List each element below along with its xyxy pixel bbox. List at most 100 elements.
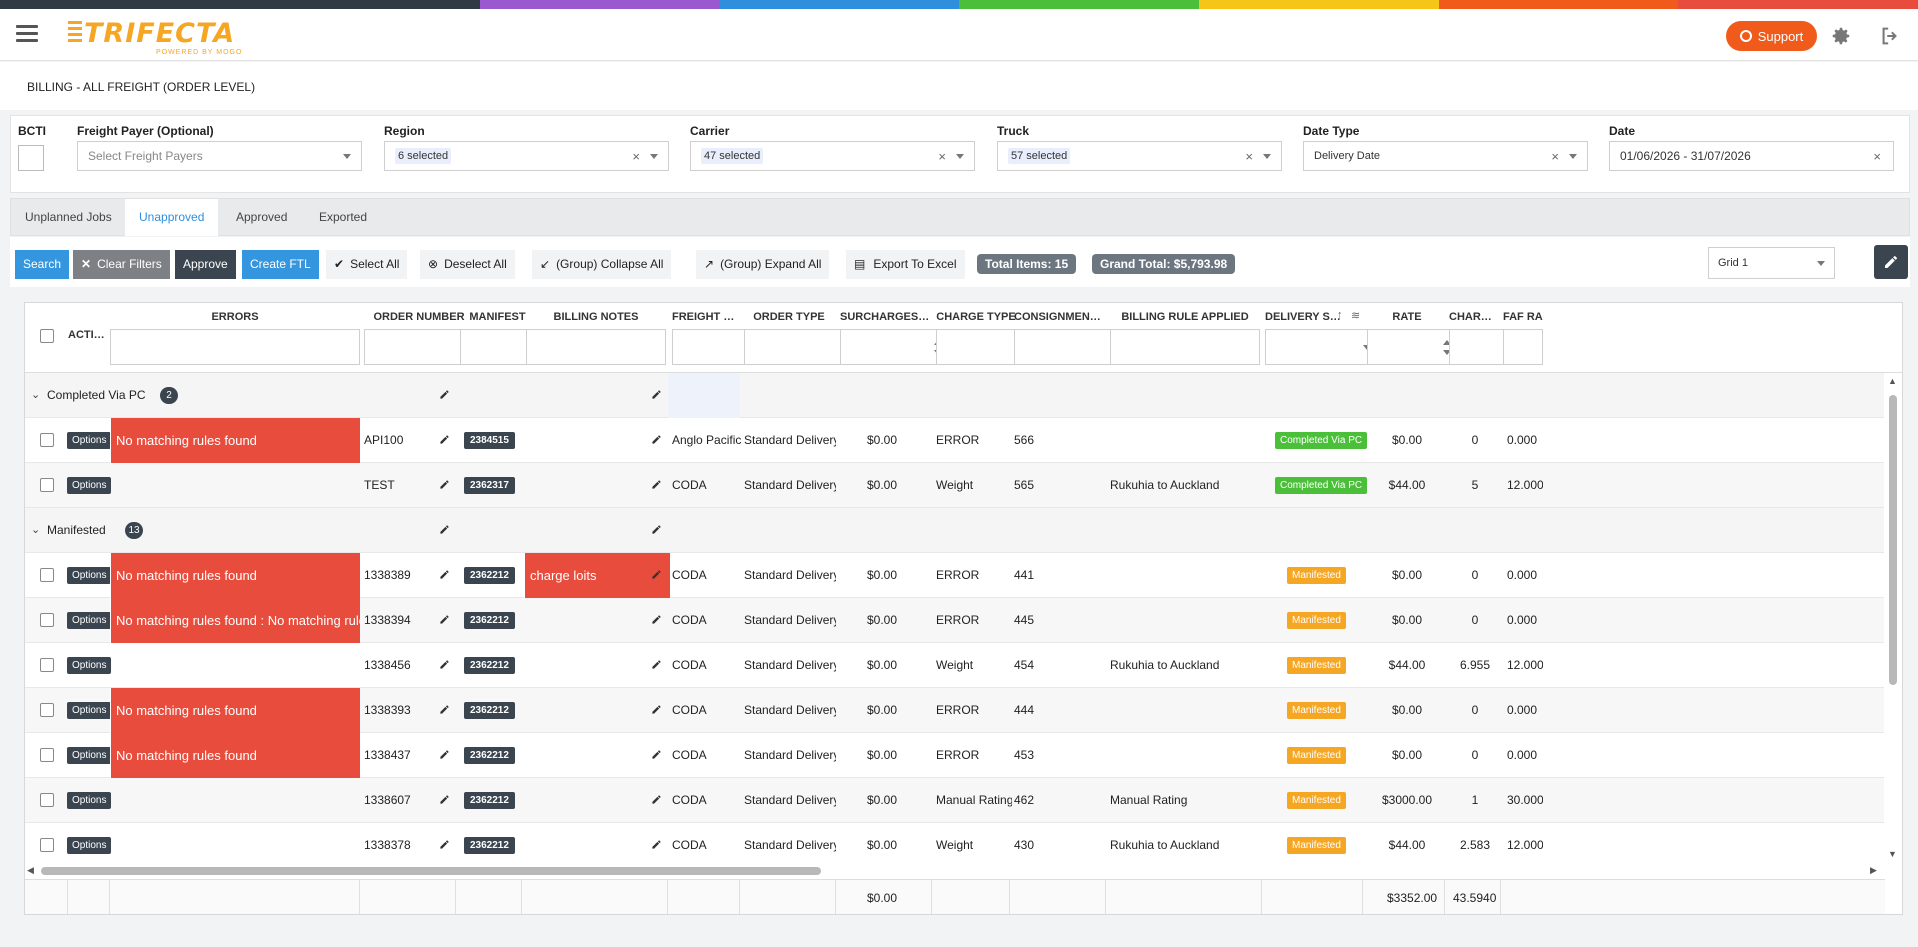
options-button[interactable]: Options [67, 432, 112, 449]
region-select[interactable]: 6 selected × [384, 141, 669, 171]
row-checkbox[interactable] [40, 748, 54, 762]
logout-icon[interactable] [1878, 25, 1902, 47]
manifest-badge[interactable]: 2362212 [464, 702, 515, 719]
select-all-checkbox[interactable] [40, 329, 54, 343]
filter-charge-input[interactable] [1449, 329, 1505, 365]
options-button[interactable]: Options [67, 747, 112, 764]
col-charge-type[interactable]: CHARGE TYPE [936, 311, 1016, 323]
filter-freight-payer-input[interactable] [672, 329, 752, 365]
tab-exported[interactable]: Exported [305, 199, 381, 236]
tab-unplanned-jobs[interactable]: Unplanned Jobs [11, 199, 126, 236]
pencil-icon[interactable] [651, 569, 662, 580]
support-button[interactable]: Support [1726, 21, 1817, 51]
manifest-badge[interactable]: 2362317 [464, 477, 515, 494]
col-faf-rate[interactable]: FAF RA [1503, 311, 1543, 323]
manifest-badge[interactable]: 2362212 [464, 567, 515, 584]
row-checkbox[interactable] [40, 793, 54, 807]
manifest-badge[interactable]: 2384515 [464, 432, 515, 449]
pencil-icon[interactable] [651, 659, 662, 670]
row-checkbox[interactable] [40, 838, 54, 852]
clear-filters-button[interactable]: ✕ Clear Filters [73, 250, 170, 279]
hamburger-menu-icon[interactable] [16, 25, 38, 43]
sort-asc-icon[interactable]: ↑ [1337, 309, 1343, 321]
search-button[interactable]: Search [15, 250, 70, 279]
manifest-badge[interactable]: 2362212 [464, 747, 515, 764]
filter-manifest-input[interactable] [460, 329, 535, 365]
scroll-left-icon[interactable]: ◀ [27, 865, 34, 876]
pencil-icon[interactable] [651, 434, 662, 445]
col-order-type[interactable]: ORDER TYPE [744, 311, 834, 323]
chevron-down-icon[interactable]: ⌄ [31, 523, 40, 536]
manifest-badge[interactable]: 2362212 [464, 612, 515, 629]
filter-errors-input[interactable] [110, 329, 360, 365]
pencil-icon[interactable] [651, 749, 662, 760]
edit-grid-button[interactable] [1874, 245, 1908, 279]
pencil-icon[interactable] [439, 389, 450, 400]
group-row[interactable]: ⌄ Completed Via PC 2 [25, 373, 1885, 418]
options-button[interactable]: Options [67, 477, 112, 494]
options-button[interactable]: Options [67, 657, 112, 674]
approve-button[interactable]: Approve [175, 250, 236, 279]
collapse-all-button[interactable]: ↙ (Group) Collapse All [532, 250, 672, 279]
filter-billing-rule-input[interactable] [1110, 329, 1260, 365]
carrier-select[interactable]: 47 selected × [690, 141, 975, 171]
filter-order-type-input[interactable] [744, 329, 852, 365]
col-billing-rule[interactable]: BILLING RULE APPLIED [1110, 311, 1260, 323]
pencil-icon[interactable] [439, 659, 450, 670]
col-consignment[interactable]: CONSIGNMENT ... [1014, 311, 1106, 323]
pencil-icon[interactable] [651, 479, 662, 490]
pencil-icon[interactable] [439, 749, 450, 760]
manifest-badge[interactable]: 2362212 [464, 837, 515, 854]
tab-unapproved[interactable]: Unapproved [125, 199, 219, 236]
filter-delivery-status-select[interactable] [1265, 329, 1381, 365]
options-button[interactable]: Options [67, 792, 112, 809]
col-surcharges[interactable]: SURCHARGES TO... [840, 311, 930, 323]
export-excel-button[interactable]: ▤ Export To Excel [846, 250, 965, 279]
pencil-icon[interactable] [651, 614, 662, 625]
scroll-down-icon[interactable]: ▼ [1888, 849, 1897, 859]
clear-icon[interactable]: × [1245, 149, 1253, 164]
group-row[interactable]: ⌄ Manifested 13 [25, 508, 1885, 553]
scroll-right-icon[interactable]: ▶ [1870, 865, 1877, 876]
options-button[interactable]: Options [67, 702, 112, 719]
options-button[interactable]: Options [67, 837, 112, 854]
pencil-icon[interactable] [439, 704, 450, 715]
grid-layout-select[interactable]: Grid 1 [1708, 247, 1835, 279]
col-errors[interactable]: ERRORS [110, 311, 360, 323]
pencil-icon[interactable] [439, 479, 450, 490]
scroll-up-icon[interactable]: ▲ [1888, 376, 1897, 386]
clear-icon[interactable]: × [632, 149, 640, 164]
options-button[interactable]: Options [67, 567, 112, 584]
col-charge[interactable]: CHARGE... [1449, 311, 1497, 323]
col-manifest[interactable]: MANIFEST [460, 311, 535, 323]
tab-approved[interactable]: Approved [222, 199, 301, 236]
row-checkbox[interactable] [40, 658, 54, 672]
row-checkbox[interactable] [40, 478, 54, 492]
expand-all-button[interactable]: ↗ (Group) Expand All [696, 250, 830, 279]
layers-icon[interactable]: ≋ [1351, 309, 1360, 322]
chevron-down-icon[interactable]: ⌄ [31, 388, 40, 401]
filter-surcharges-input[interactable] [840, 329, 948, 365]
bcti-checkbox[interactable] [18, 145, 44, 171]
clear-icon[interactable]: × [1551, 149, 1559, 164]
pencil-icon[interactable] [439, 434, 450, 445]
pencil-icon[interactable] [439, 524, 450, 535]
clear-icon[interactable]: × [938, 149, 946, 164]
row-checkbox[interactable] [40, 568, 54, 582]
clear-icon[interactable]: × [1873, 149, 1881, 164]
col-delivery-status[interactable]: DELIVERY ST... [1265, 311, 1343, 323]
pencil-icon[interactable] [651, 839, 662, 850]
pencil-icon[interactable] [439, 614, 450, 625]
pencil-icon[interactable] [439, 569, 450, 580]
manifest-badge[interactable]: 2362212 [464, 792, 515, 809]
filter-order-number-input[interactable] [364, 329, 474, 365]
row-checkbox[interactable] [40, 613, 54, 627]
pencil-icon[interactable] [439, 794, 450, 805]
pencil-icon[interactable] [651, 389, 662, 400]
gear-icon[interactable] [1829, 25, 1853, 47]
pencil-icon[interactable] [439, 839, 450, 850]
manifest-badge[interactable]: 2362212 [464, 657, 515, 674]
options-button[interactable]: Options [67, 612, 112, 629]
select-all-button[interactable]: ✔ Select All [326, 250, 408, 279]
truck-select[interactable]: 57 selected × [997, 141, 1282, 171]
